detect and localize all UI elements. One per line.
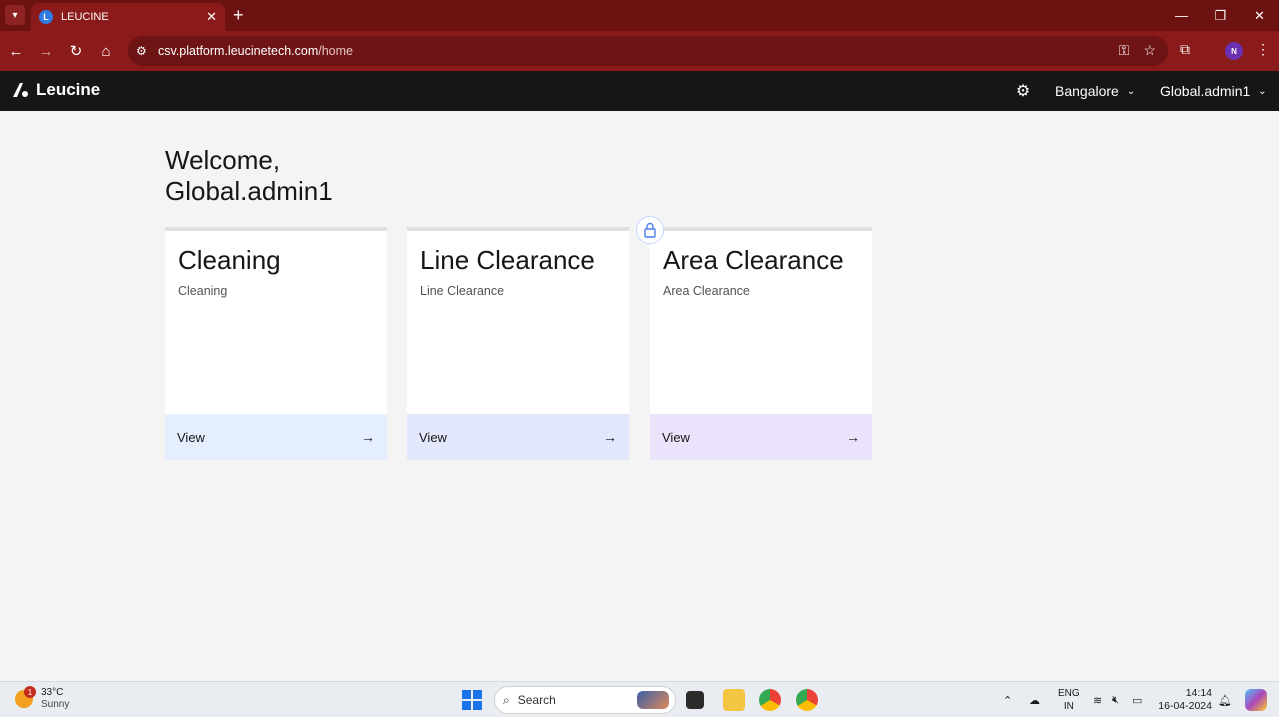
card-subtitle: Line Clearance xyxy=(420,284,505,298)
card-line-clearance: Line Clearance Line Clearance View → xyxy=(407,227,629,460)
arrow-right-icon: → xyxy=(603,429,617,445)
tab-close-icon[interactable]: ✕ xyxy=(206,9,217,25)
user-label: Global.admin1 xyxy=(1160,83,1251,99)
notification-bell-icon[interactable]: 🔔︎ xyxy=(1218,682,1232,717)
brand-name: Leucine xyxy=(36,80,101,99)
user-dropdown[interactable]: Global.admin1 ⌄ xyxy=(1160,83,1267,99)
new-tab-button[interactable]: + xyxy=(233,5,244,25)
browser-tab[interactable]: L LEUCINE ✕ xyxy=(31,3,225,31)
clock-time: 14:14 xyxy=(1185,687,1212,699)
extensions-icon[interactable]: ⧉ xyxy=(1180,41,1190,58)
card-area-clearance: Area Clearance Area Clearance View → xyxy=(650,227,872,460)
notification-badge: 1 xyxy=(24,686,36,698)
card-subtitle: Area Clearance xyxy=(663,284,750,298)
url-host: csv.platform.leucinetech.com xyxy=(158,44,319,58)
welcome-heading: Welcome, Global.admin1 xyxy=(165,145,333,207)
card-title: Line Clearance xyxy=(420,245,595,275)
system-clock[interactable]: 14:14 16-04-2024 xyxy=(1158,687,1212,713)
key-icon[interactable]: ⚿ xyxy=(1119,42,1130,59)
sun-icon: 1 xyxy=(15,686,36,708)
region-code: IN xyxy=(1063,701,1074,712)
app-header: Leucine ⚙ Bangalore ⌄ Global.admin1 ⌄ xyxy=(0,71,1279,111)
windows-taskbar: 1 33°C Sunny ⌕ Search ⌃ ☁ ENG IN ≋ 🔇︎ ▭ … xyxy=(0,681,1279,717)
search-icon: ⌕ xyxy=(503,692,510,707)
weather-condition: Sunny xyxy=(41,699,70,710)
leucine-favicon-icon: L xyxy=(39,10,53,24)
weather-temp: 33°C xyxy=(41,687,64,698)
leucine-logo-icon xyxy=(13,83,28,97)
card-cleaning: Cleaning Cleaning View → xyxy=(165,227,387,460)
card-view-button[interactable]: View → xyxy=(650,414,872,460)
leucine-logo[interactable]: Leucine xyxy=(10,80,100,100)
clock-date: 16-04-2024 xyxy=(1158,700,1212,712)
chrome-icon[interactable] xyxy=(759,689,781,711)
weather-widget[interactable]: 1 33°C Sunny xyxy=(15,686,70,711)
copilot-icon[interactable] xyxy=(1245,689,1267,711)
view-label: View xyxy=(662,429,690,445)
file-explorer-icon[interactable] xyxy=(723,689,745,711)
card-subtitle: Cleaning xyxy=(178,284,228,298)
settings-gear-icon[interactable]: ⚙ xyxy=(1014,82,1032,100)
arrow-right-icon: → xyxy=(361,429,375,445)
lock-icon xyxy=(636,216,664,244)
site-info-icon[interactable]: ⚙ xyxy=(136,44,158,58)
wifi-icon[interactable]: ≋ xyxy=(1093,682,1102,717)
card-view-button[interactable]: View → xyxy=(165,414,387,460)
arrow-right-icon: → xyxy=(846,429,860,445)
lang-code: ENG xyxy=(1058,688,1080,699)
view-label: View xyxy=(419,429,447,445)
view-label: View xyxy=(177,429,205,445)
minimize-button[interactable]: — xyxy=(1162,0,1201,31)
card-title: Cleaning xyxy=(178,245,281,275)
task-view-icon[interactable] xyxy=(686,691,704,709)
chrome-profile-icon[interactable] xyxy=(796,689,818,711)
windows-start-icon[interactable] xyxy=(462,690,482,710)
profile-avatar[interactable]: N xyxy=(1225,42,1243,60)
search-highlight-image xyxy=(637,691,669,709)
language-indicator[interactable]: ENG IN xyxy=(1058,687,1080,713)
url-path: /home xyxy=(318,44,353,58)
location-label: Bangalore xyxy=(1055,83,1119,99)
chevron-down-icon: ⌄ xyxy=(1258,85,1267,97)
onedrive-icon[interactable]: ☁ xyxy=(1029,682,1040,717)
url-text: csv.platform.leucinetech.com/home xyxy=(158,44,353,58)
show-hidden-icons[interactable]: ⌃ xyxy=(1003,682,1012,717)
reload-button[interactable]: ↻ xyxy=(66,41,86,61)
browser-toolbar: ← → ↻ ⌂ ⚙ csv.platform.leucinetech.com/h… xyxy=(0,31,1279,71)
close-window-button[interactable]: ✕ xyxy=(1240,0,1279,31)
back-button[interactable]: ← xyxy=(6,41,26,61)
restore-button[interactable]: ❐ xyxy=(1201,0,1240,31)
tab-search-button[interactable]: ▾ xyxy=(5,5,25,25)
forward-button[interactable]: → xyxy=(36,41,56,61)
speaker-muted-icon[interactable]: 🔇︎ xyxy=(1112,682,1119,717)
welcome-line: Welcome, xyxy=(165,145,281,175)
battery-icon[interactable]: ▭ xyxy=(1132,682,1142,717)
home-button[interactable]: ⌂ xyxy=(96,41,116,61)
chevron-down-icon: ⌄ xyxy=(1126,85,1136,97)
card-title: Area Clearance xyxy=(663,245,844,275)
card-view-button[interactable]: View → xyxy=(407,414,629,460)
window-controls: — ❐ ✕ xyxy=(1162,0,1279,31)
search-placeholder: Search xyxy=(517,693,556,707)
browser-tab-strip: ▾ L LEUCINE ✕ + — ❐ ✕ xyxy=(0,0,1279,31)
taskbar-search[interactable]: ⌕ Search xyxy=(494,686,676,714)
browser-menu-icon[interactable]: ⋮ xyxy=(1256,41,1270,58)
location-dropdown[interactable]: Bangalore ⌄ xyxy=(1055,83,1135,99)
address-bar[interactable]: ⚙ csv.platform.leucinetech.com/home ⚿ ☆ xyxy=(128,36,1168,66)
tab-title: LEUCINE xyxy=(61,11,109,23)
bookmark-star-icon[interactable]: ☆ xyxy=(1143,42,1156,59)
welcome-user: Global.admin1 xyxy=(165,176,333,206)
